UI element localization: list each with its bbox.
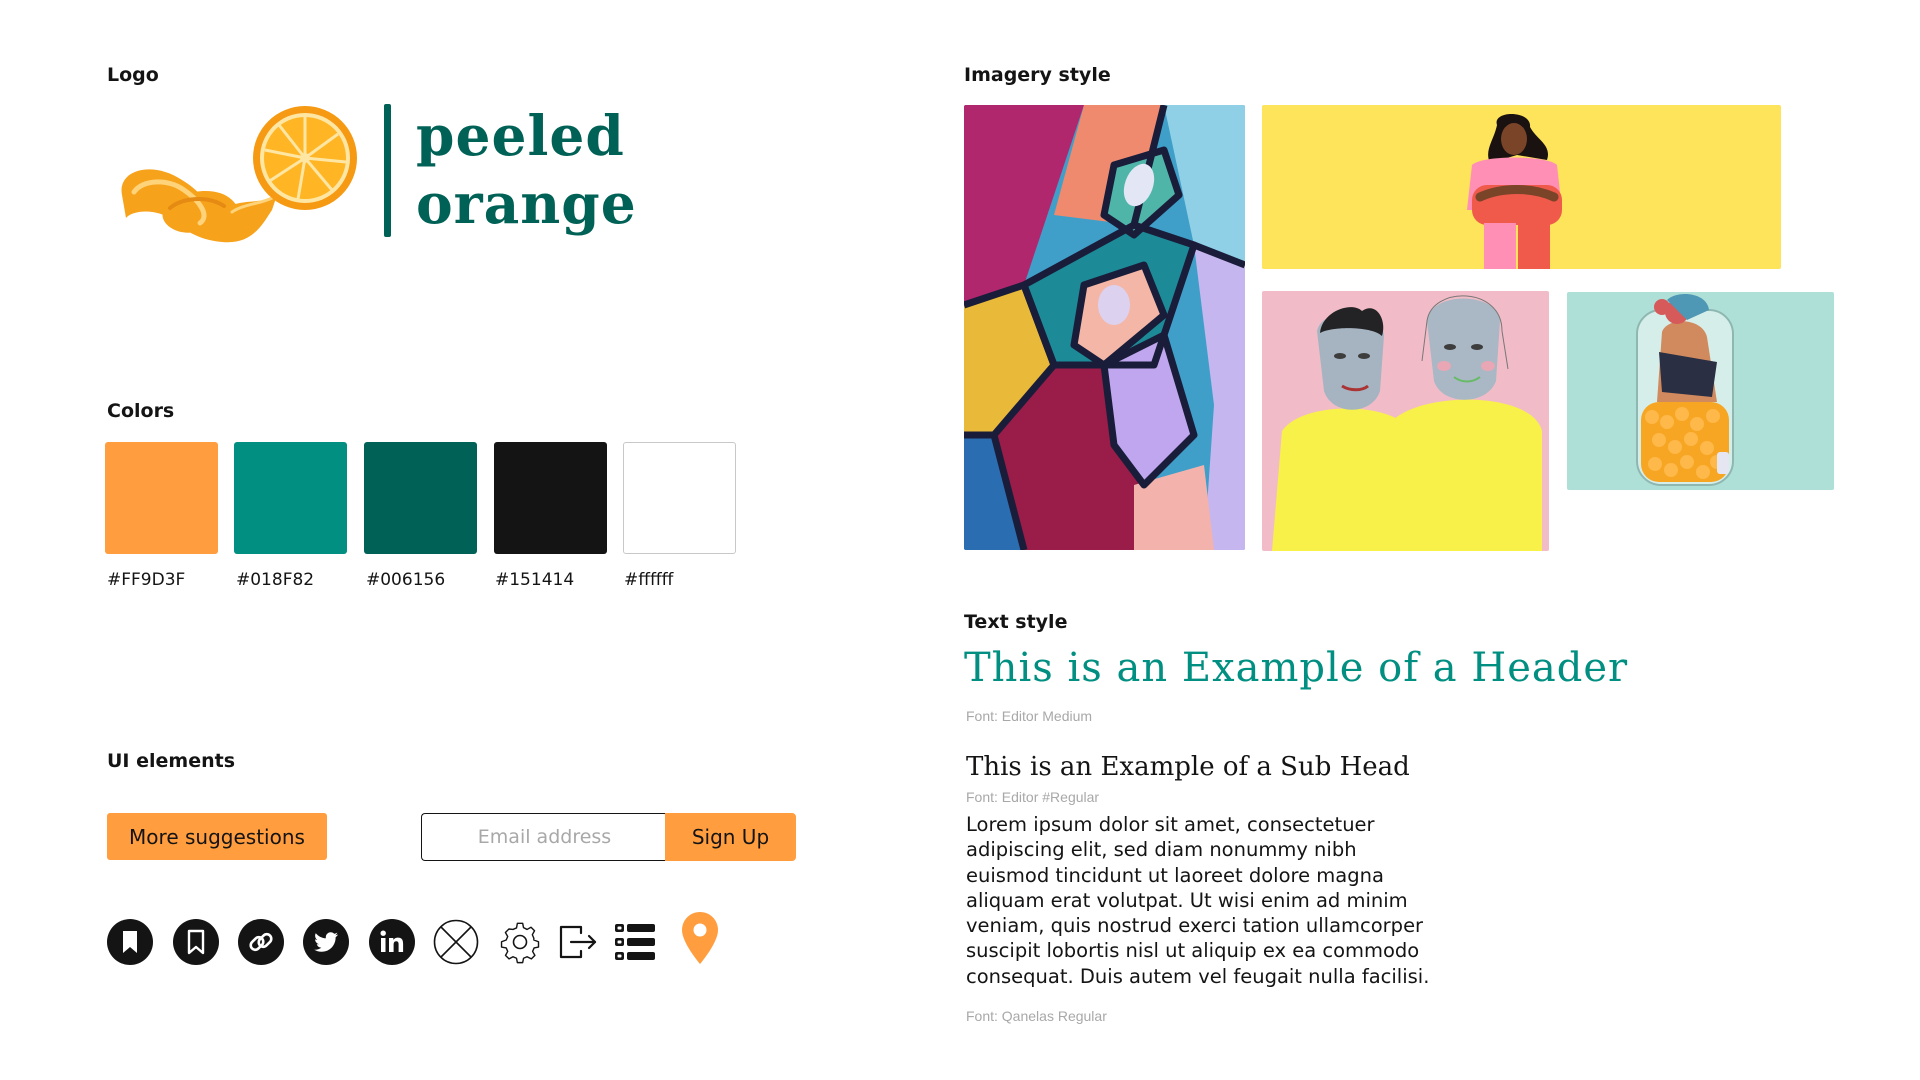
body-font-caption: Font: Qanelas Regular bbox=[966, 1008, 1107, 1024]
colors-section-label: Colors bbox=[107, 400, 175, 422]
color-hex-label: #ffffff bbox=[624, 570, 674, 590]
imagery-section-label: Imagery style bbox=[964, 64, 1111, 86]
orange-peel-logo-mark bbox=[112, 100, 357, 250]
color-hex-label: #018F82 bbox=[236, 570, 315, 590]
text-style-section-label: Text style bbox=[964, 611, 1068, 633]
sign-up-button[interactable]: Sign Up bbox=[665, 813, 796, 861]
color-hex-label: #151414 bbox=[495, 570, 575, 590]
logout-icon[interactable] bbox=[553, 918, 601, 966]
location-pin-icon[interactable] bbox=[680, 910, 720, 966]
logo-wordmark-line-1: peeled bbox=[416, 103, 625, 168]
illustration-colorful-hands bbox=[964, 105, 1245, 550]
twitter-icon[interactable] bbox=[302, 918, 350, 966]
header-example-text: This is an Example of a Header bbox=[964, 645, 1629, 691]
subhead-font-caption: Font: Editor #Regular bbox=[966, 789, 1100, 805]
color-swatch-dark-teal bbox=[364, 442, 477, 554]
gear-icon[interactable] bbox=[496, 918, 544, 966]
subhead-example-text: This is an Example of a Sub Head bbox=[966, 752, 1410, 782]
logo-divider bbox=[384, 104, 391, 237]
linkedin-icon[interactable] bbox=[368, 918, 416, 966]
illustration-self-hug bbox=[1262, 105, 1781, 269]
email-signup-form: Sign Up bbox=[421, 813, 796, 861]
color-swatch-black bbox=[494, 442, 607, 554]
close-circle-icon[interactable] bbox=[432, 918, 480, 966]
body-example-text: Lorem ipsum dolor sit amet, consectetuer… bbox=[966, 813, 1430, 988]
email-field[interactable] bbox=[421, 813, 667, 861]
illustration-figure-in-jar bbox=[1567, 292, 1834, 490]
logo-section-label: Logo bbox=[107, 64, 159, 86]
illustration-two-figures bbox=[1262, 291, 1549, 551]
style-guide-page: Logo Colors UI elements Imagery style Te… bbox=[0, 0, 1920, 1080]
bookmark-filled-icon[interactable] bbox=[106, 918, 154, 966]
bookmark-outline-icon[interactable] bbox=[172, 918, 220, 966]
logo-wordmark-line-2: orange bbox=[416, 171, 637, 236]
color-swatch-orange bbox=[105, 442, 218, 554]
brand-logo: peeled orange bbox=[112, 100, 636, 250]
more-suggestions-button[interactable]: More suggestions bbox=[107, 813, 327, 860]
color-swatch-teal bbox=[234, 442, 347, 554]
link-icon[interactable] bbox=[237, 918, 285, 966]
ui-elements-section-label: UI elements bbox=[107, 750, 235, 772]
color-swatch-white bbox=[623, 442, 736, 554]
color-hex-label: #006156 bbox=[366, 570, 446, 590]
header-font-caption: Font: Editor Medium bbox=[966, 708, 1093, 724]
color-hex-label: #FF9D3F bbox=[107, 570, 186, 590]
list-icon[interactable] bbox=[611, 918, 659, 966]
